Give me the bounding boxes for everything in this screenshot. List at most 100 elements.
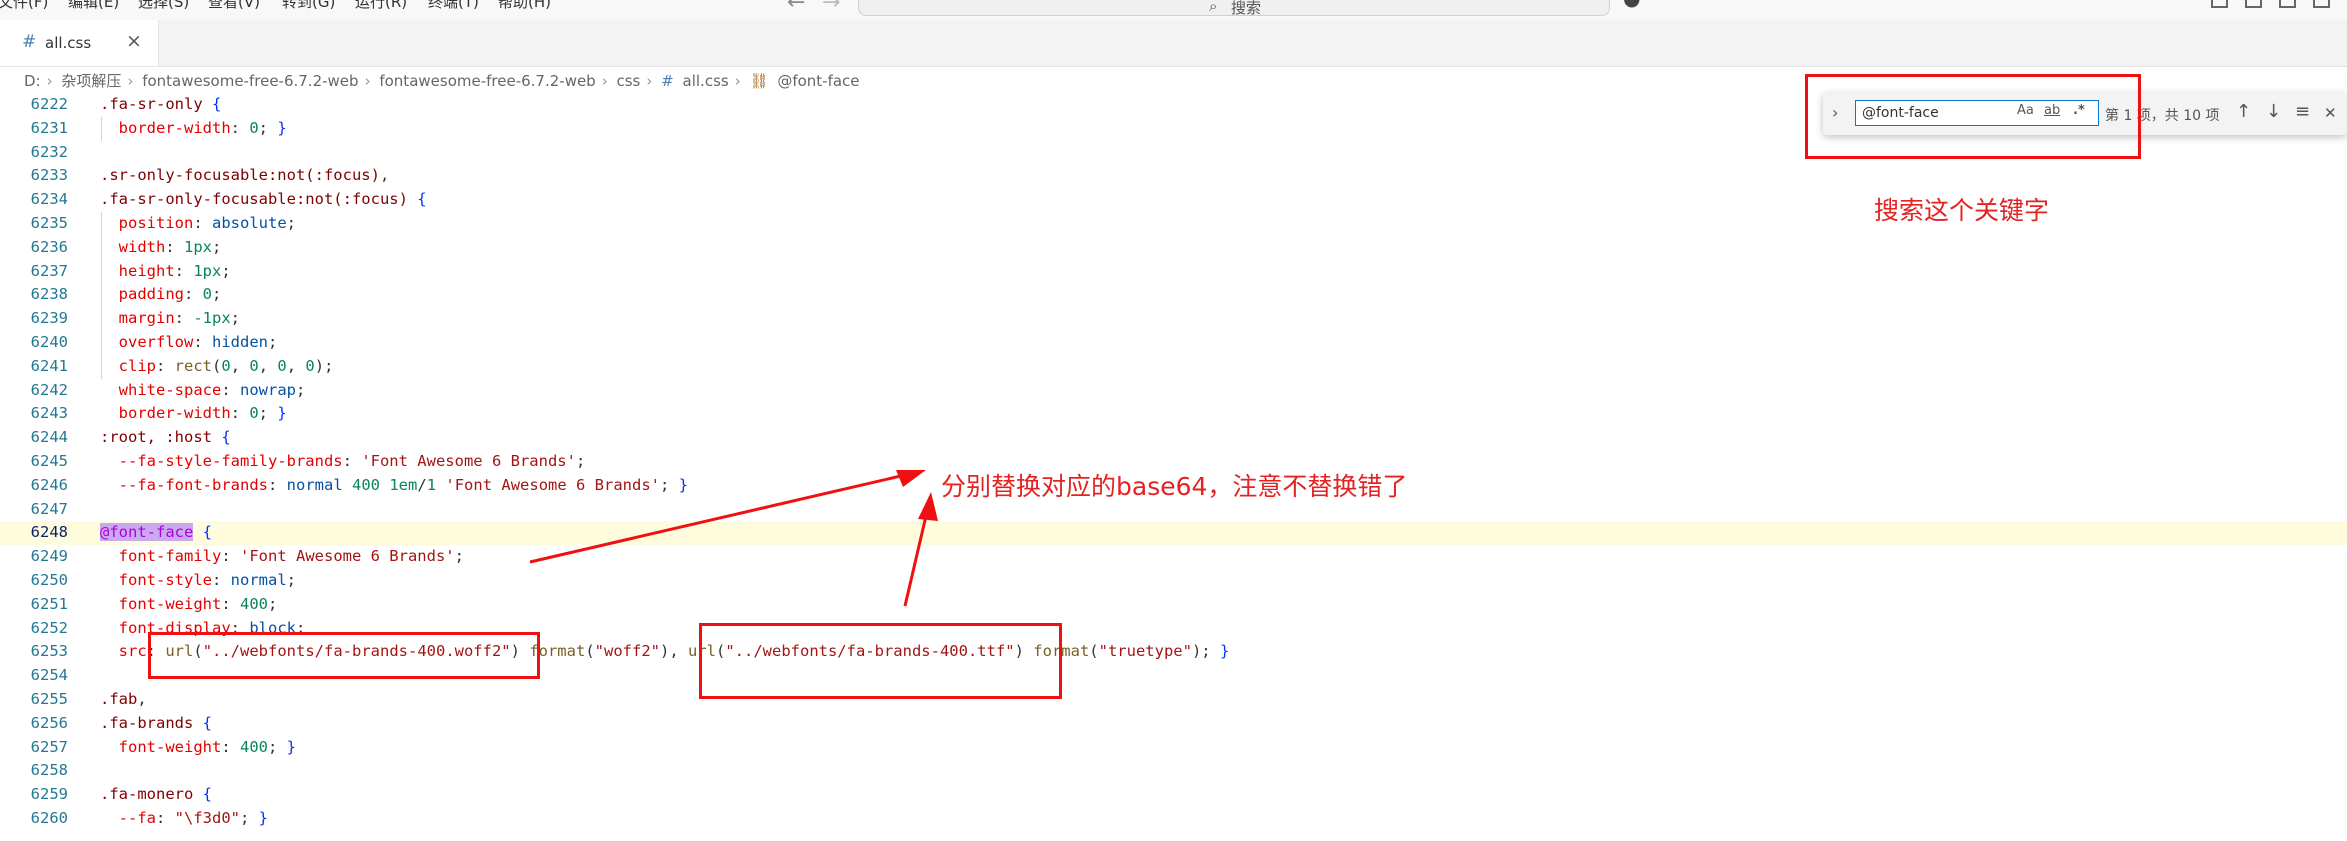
code-text: overflow: hidden;: [118, 333, 278, 351]
chevron-right-icon: ›: [46, 72, 53, 90]
code-line: 6243 border-width: 0; }: [0, 402, 2347, 426]
search-icon: ⌕: [1209, 0, 1218, 15]
breadcrumb-file[interactable]: all.css: [683, 72, 729, 90]
code-line: 6257 font-weight: 400; }: [0, 736, 2347, 760]
breadcrumb: D: › 杂项解压 › fontawesome-free-6.7.2-web › fo…: [24, 70, 864, 92]
tab-label: all.css: [45, 34, 92, 52]
code-line: 6258: [0, 759, 2347, 783]
breadcrumb-folder[interactable]: css: [617, 72, 641, 90]
line-number: 6232: [30, 143, 68, 161]
breadcrumb-drive[interactable]: D:: [24, 72, 41, 90]
code-text: position: absolute;: [118, 214, 296, 232]
annotation-replace-text: 分别替换对应的base64，注意不替换错了: [941, 472, 1408, 501]
find-in-selection-icon[interactable]: ≡: [2295, 101, 2310, 122]
line-number: 6246: [30, 476, 68, 494]
line-number: 6256: [30, 714, 68, 732]
code-line: 6255 .fab,: [0, 688, 2347, 712]
menu-terminal[interactable]: 终端(T): [428, 0, 479, 12]
line-number: 6249: [30, 547, 68, 565]
css-file-icon: #: [22, 32, 37, 52]
breadcrumb-folder[interactable]: 杂项解压: [61, 72, 121, 90]
menu-go[interactable]: 转到(G): [282, 0, 335, 12]
editor-tab-bar: # all.css ×: [0, 20, 2347, 67]
chevron-right-icon: ›: [601, 72, 608, 90]
code-text: margin: -1px;: [118, 309, 241, 327]
code-line: 6242 white-space: nowrap;: [0, 379, 2347, 403]
line-number: 6255: [30, 690, 68, 708]
previous-match-icon[interactable]: ↑: [2236, 101, 2251, 122]
annotation-box-woff2: [148, 632, 540, 679]
customize-layout-icon[interactable]: [2211, 0, 2228, 8]
breadcrumb-folder[interactable]: fontawesome-free-6.7.2-web: [142, 72, 358, 90]
code-line: 6239 margin: -1px;: [0, 307, 2347, 331]
code-text: :root, :host {: [100, 428, 231, 446]
menu-bar: 文件(F) 编辑(E) 选择(S) 查看(V) 转到(G) 运行(R) 终端(T…: [0, 0, 2347, 20]
code-line: 6259 .fa-monero {: [0, 783, 2347, 807]
chevron-right-icon: ›: [646, 72, 653, 90]
menu-file[interactable]: 文件(F): [0, 0, 48, 12]
line-number: 6242: [30, 381, 68, 399]
line-number: 6231: [30, 119, 68, 137]
line-number: 6251: [30, 595, 68, 613]
code-text: .fab,: [100, 690, 147, 708]
command-center-search[interactable]: ⌕ 搜索: [858, 0, 1610, 17]
code-line: 6233 .sr-only-focusable:not(:focus),: [0, 164, 2347, 188]
next-match-icon[interactable]: ↓: [2266, 101, 2281, 122]
code-line: 6241 clip: rect(0, 0, 0, 0);: [0, 355, 2347, 379]
code-line: 6240 overflow: hidden;: [0, 331, 2347, 355]
chevron-right-icon: ›: [734, 72, 741, 90]
menu-selection[interactable]: 选择(S): [138, 0, 189, 12]
toggle-secondary-sidebar-icon[interactable]: [2313, 0, 2330, 8]
line-number: 6244: [30, 428, 68, 446]
close-icon[interactable]: ✕: [2324, 104, 2337, 122]
code-text: padding: 0;: [118, 285, 222, 303]
code-text: .sr-only-focusable:not(:focus),: [100, 166, 390, 184]
code-text: .fa-sr-only {: [100, 95, 222, 113]
code-line: 6238 padding: 0;: [0, 283, 2347, 307]
line-number: 6252: [30, 619, 68, 637]
line-number: 6259: [30, 785, 68, 803]
tab-all-css[interactable]: # all.css ×: [0, 20, 159, 66]
code-line: 6260 --fa: "\f3d0"; }: [0, 807, 2347, 831]
menu-view[interactable]: 查看(V): [208, 0, 260, 12]
code-line: 6237 height: 1px;: [0, 260, 2347, 284]
toggle-primary-sidebar-icon[interactable]: [2245, 0, 2262, 8]
code-text: height: 1px;: [118, 262, 231, 280]
code-text: border-width: 0; }: [118, 404, 287, 422]
menu-edit[interactable]: 编辑(E): [68, 0, 119, 12]
css-file-icon: #: [661, 72, 674, 90]
code-line: 6249 font-family: 'Font Awesome 6 Brands…: [0, 545, 2347, 569]
forward-arrow-icon[interactable]: →: [822, 0, 840, 15]
line-number: 6257: [30, 738, 68, 756]
code-text: font-style: normal;: [118, 571, 297, 589]
code-text: .fa-sr-only-focusable:not(:focus) {: [100, 190, 427, 208]
breadcrumb-folder[interactable]: fontawesome-free-6.7.2-web: [379, 72, 595, 90]
close-icon[interactable]: ×: [126, 30, 142, 52]
code-line: 6244 :root, :host {: [0, 426, 2347, 450]
code-text: .fa-brands {: [100, 714, 213, 732]
code-text: .fa-monero {: [100, 785, 213, 803]
line-number: 6235: [30, 214, 68, 232]
code-line: 6250 font-style: normal;: [0, 569, 2347, 593]
code-text: border-width: 0; }: [118, 119, 287, 137]
line-number: 6247: [30, 500, 68, 518]
code-text: font-family: 'Font Awesome 6 Brands';: [118, 547, 464, 565]
code-line: 6236 width: 1px;: [0, 236, 2347, 260]
command-center-label: 搜索: [1231, 0, 1262, 17]
code-line: 6251 font-weight: 400;: [0, 593, 2347, 617]
toggle-panel-icon[interactable]: [2279, 0, 2296, 8]
breadcrumb-symbol[interactable]: @font-face: [777, 72, 859, 90]
line-number: 6240: [30, 333, 68, 351]
copilot-icon[interactable]: ◕: [1623, 0, 1640, 10]
code-text: --fa-style-family-brands: 'Font Awesome …: [118, 452, 586, 470]
line-number: 6237: [30, 262, 68, 280]
menu-help[interactable]: 帮助(H): [498, 0, 551, 12]
line-number: 6260: [30, 809, 68, 827]
chevron-right-icon: ›: [364, 72, 371, 90]
back-arrow-icon[interactable]: ←: [787, 0, 805, 15]
menu-run[interactable]: 运行(R): [355, 0, 407, 12]
annotation-search-text: 搜索这个关键字: [1874, 196, 2050, 225]
line-number: 6234: [30, 190, 68, 208]
code-line-current: 6248 @font-face {: [0, 521, 2347, 545]
code-text: --fa-font-brands: normal 400 1em/1 'Font…: [118, 476, 689, 494]
